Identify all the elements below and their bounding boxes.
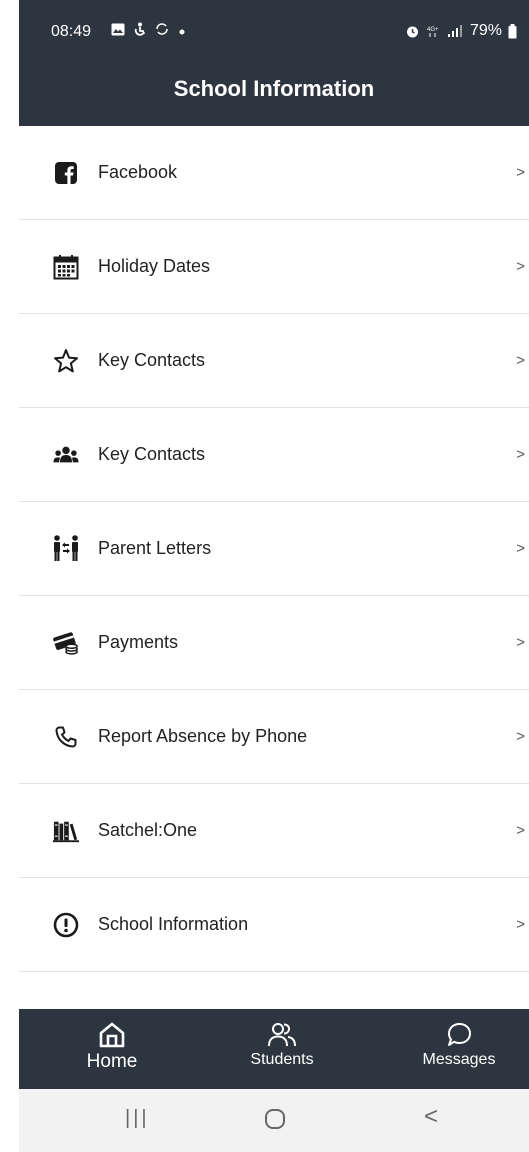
chevron-right-icon: > <box>516 916 525 933</box>
home-circle-icon <box>265 1109 285 1129</box>
info-icon <box>53 912 79 938</box>
list-item-satchel-one[interactable]: Satchel:One > <box>19 784 529 878</box>
nav-messages[interactable]: Messages <box>407 1009 511 1089</box>
accessibility-icon <box>135 22 146 36</box>
nav-messages-label: Messages <box>422 1051 496 1068</box>
phone-icon <box>53 724 79 750</box>
list-item-label: Payments <box>98 632 179 652</box>
status-notification-icons <box>111 22 186 40</box>
bottom-nav: Home Students Messages <box>19 1009 529 1089</box>
chevron-right-icon: > <box>516 446 525 463</box>
users-icon <box>53 442 79 468</box>
menu-list: Facebook > Holiday Dates > Key Contacts … <box>19 126 529 1009</box>
list-item-facebook[interactable]: Facebook > <box>19 126 529 220</box>
list-item-label: Report Absence by Phone <box>98 726 308 746</box>
list-item-label: Facebook <box>98 162 178 182</box>
facebook-icon <box>53 160 79 186</box>
4g-icon: 4G+ <box>427 27 439 37</box>
list-item-label: Key Contacts <box>98 350 206 370</box>
back-button[interactable]: < <box>424 1103 438 1131</box>
list-item-key-contacts-star[interactable]: Key Contacts > <box>19 314 529 408</box>
sync-icon <box>156 23 169 35</box>
nav-students-label: Students <box>250 1051 314 1068</box>
payments-icon <box>53 630 79 656</box>
list-item-parent-letters[interactable]: Parent Letters > <box>19 502 529 596</box>
list-item-key-contacts-users[interactable]: Key Contacts > <box>19 408 529 502</box>
status-time: 08:49 <box>51 23 92 40</box>
students-icon <box>268 1023 296 1047</box>
alarm-icon <box>406 26 418 37</box>
list-item-label: Holiday Dates <box>98 256 211 276</box>
status-right: 4G+ 79% <box>405 22 517 40</box>
list-item-label: Satchel:One <box>98 820 198 840</box>
chevron-right-icon: > <box>516 258 525 275</box>
status-bar: 08:49 4G+ 79% <box>19 0 529 46</box>
chevron-right-icon: > <box>516 634 525 651</box>
list-item-report-absence[interactable]: Report Absence by Phone > <box>19 690 529 784</box>
svg-text:4G+: 4G+ <box>427 27 439 33</box>
dot-icon <box>179 29 185 35</box>
list-item-holiday-dates[interactable]: Holiday Dates > <box>19 220 529 314</box>
messages-icon <box>448 1023 471 1046</box>
recents-button[interactable]: ||| <box>125 1107 150 1130</box>
list-item-label: Parent Letters <box>98 538 212 558</box>
chevron-right-icon: > <box>516 352 525 369</box>
home-icon <box>99 1022 125 1048</box>
chevron-right-icon: > <box>516 164 525 181</box>
page-title: School Information <box>173 76 375 101</box>
nav-home[interactable]: Home <box>72 1009 152 1089</box>
app-header: School Information <box>19 46 529 126</box>
chevron-right-icon: > <box>516 728 525 745</box>
chevron-right-icon: > <box>516 822 525 839</box>
list-item-school-information[interactable]: School Information > <box>19 878 529 972</box>
system-nav-bar: ||| < <box>19 1089 529 1152</box>
signal-icon <box>447 25 462 37</box>
battery-icon <box>508 23 517 38</box>
chevron-right-icon: > <box>516 540 525 557</box>
list-item-partial[interactable] <box>19 972 529 1009</box>
phone-screen: 08:49 4G+ 79% School Information Faceboo… <box>19 0 529 1152</box>
parent-child-icon <box>53 534 79 562</box>
list-item-label: Key Contacts <box>98 444 206 464</box>
home-button[interactable] <box>263 1107 287 1136</box>
list-item-label: School Information <box>98 914 249 934</box>
books-icon <box>53 818 79 844</box>
nav-students[interactable]: Students <box>237 1009 327 1089</box>
star-icon <box>53 348 79 374</box>
gallery-icon <box>111 23 125 36</box>
nav-home-label: Home <box>86 1051 138 1072</box>
calendar-icon <box>53 254 79 280</box>
list-item-payments[interactable]: Payments > <box>19 596 529 690</box>
battery-percent: 79% <box>469 22 502 39</box>
